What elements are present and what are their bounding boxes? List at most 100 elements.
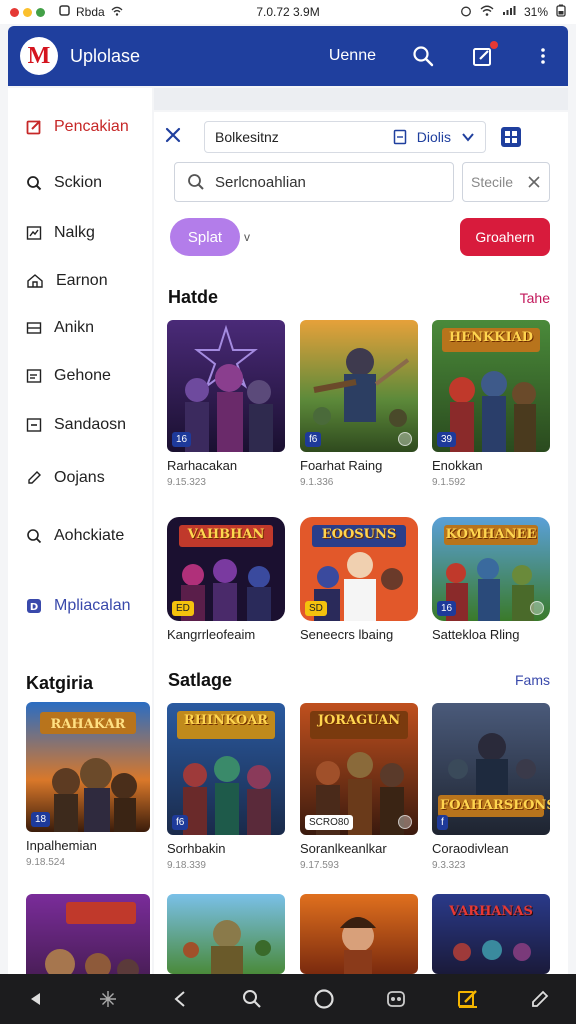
section-link[interactable]: Tahe xyxy=(520,290,550,306)
sidebar-item-gehone[interactable]: Gehone xyxy=(8,367,152,385)
sidebar-item-mpliacalan[interactable]: D Mpliacalan xyxy=(8,597,152,615)
game-banner: VAHBHAN xyxy=(187,527,265,542)
search-input[interactable]: Serlcnoahlian xyxy=(174,162,454,202)
game-badge: 16 xyxy=(437,601,457,616)
game-thumbnail[interactable]: JORAGUAN SCRO80 xyxy=(300,703,418,835)
search-icon[interactable] xyxy=(410,43,436,69)
game-meta: 9.3.323 xyxy=(432,860,466,871)
battery-icon xyxy=(556,4,566,20)
game-card[interactable]: EOOSUNS SD Seneecrs lbaing xyxy=(300,517,418,642)
game-thumbnail[interactable]: EOOSUNS SD xyxy=(300,517,418,621)
pencil-icon xyxy=(28,471,41,484)
yellow-dot xyxy=(23,7,32,17)
primary-action-button[interactable]: Groahern xyxy=(460,218,550,256)
more-vertical-icon[interactable] xyxy=(530,43,556,69)
sidebar-item-label: Sandaosn xyxy=(54,416,127,433)
status-bar: Rbda 7.0.72 3.9M 31% xyxy=(0,0,576,24)
edit-icon[interactable] xyxy=(470,41,498,69)
sidebar-item-aohckiate[interactable]: Aohckiate xyxy=(8,527,152,545)
game-badge: 39 xyxy=(437,432,457,447)
game-card[interactable] xyxy=(167,894,285,974)
game-banner: VARHANAS xyxy=(449,904,533,919)
app-logo[interactable]: M xyxy=(20,37,58,75)
game-card[interactable]: FOAHARSEONS f Coraodivlean 9.3.323 xyxy=(432,703,550,871)
gamepad-icon[interactable] xyxy=(382,985,410,1013)
info-button[interactable] xyxy=(398,432,412,446)
search-icon xyxy=(188,174,204,190)
game-thumbnail[interactable]: KOMHANEE 16 xyxy=(432,517,550,621)
appbar-link[interactable]: Uenne xyxy=(329,47,376,65)
search-icon xyxy=(27,176,42,191)
alarm-icon xyxy=(460,5,472,20)
game-thumbnail[interactable]: 16 xyxy=(167,320,285,452)
game-badge: SCRO80 xyxy=(305,815,354,830)
info-button[interactable] xyxy=(398,815,412,829)
game-thumbnail[interactable] xyxy=(167,894,285,974)
sidebar-item-label: Pencakian xyxy=(54,118,129,135)
game-card[interactable]: JORAGUAN SCRO80 Soranlkeanlkar 9.17.593 xyxy=(300,703,418,871)
game-thumbnail[interactable]: f6 xyxy=(300,320,418,452)
close-icon[interactable] xyxy=(164,126,182,149)
sidebar-item-nalkg[interactable]: Nalkg xyxy=(8,224,152,242)
status-left-label: Rbda xyxy=(76,5,105,19)
sparkle-icon[interactable] xyxy=(94,985,122,1013)
game-thumbnail[interactable]: RAHAKAR 18 xyxy=(26,702,150,832)
sidebar-item-oojans[interactable]: Oojans xyxy=(8,469,152,487)
game-art xyxy=(167,894,285,974)
chip-caret[interactable]: v xyxy=(244,230,250,244)
sidebar-item-label: Aohckiate xyxy=(54,527,125,544)
game-meta: 9.1.336 xyxy=(300,477,334,488)
svg-text:RAHAKAR: RAHAKAR xyxy=(51,717,126,732)
sidebar-item-sandaosn[interactable]: Sandaosn xyxy=(8,416,152,434)
top-strip xyxy=(154,88,568,110)
edit-note-icon[interactable] xyxy=(454,985,482,1013)
game-title: Seneecrs lbaing xyxy=(300,627,394,642)
sidebar-item-anikn[interactable]: Anikn xyxy=(8,319,152,337)
secondary-input[interactable]: Stecile xyxy=(462,162,550,202)
sidebar-item-pencakian[interactable]: Pencakian xyxy=(8,118,152,136)
list-icon xyxy=(26,322,42,334)
tab-selector[interactable]: Bolkesitnz Diolis xyxy=(204,121,486,153)
game-title: Rarhacakan xyxy=(167,458,238,473)
game-thumbnail[interactable]: VAHBHAN ED xyxy=(167,517,285,621)
game-title: Coraodivlean xyxy=(432,841,509,856)
notification-dot xyxy=(490,41,498,49)
game-meta: 9.1.592 xyxy=(432,477,466,488)
sidebar-item-sckion[interactable]: Sckion xyxy=(8,174,152,192)
game-card[interactable]: RHINKOAR f6 Sorhbakin 9.18.339 xyxy=(167,703,285,871)
search-placeholder: Serlcnoahlian xyxy=(215,173,306,191)
sidebar-item-earnon[interactable]: Earnon xyxy=(8,272,152,290)
sidebar-item-label: Gehone xyxy=(54,367,111,384)
game-card[interactable]: KOMHANEE 16 Sattekloa Rling xyxy=(432,517,550,642)
clear-icon[interactable] xyxy=(527,175,541,189)
pencil-icon[interactable] xyxy=(526,985,554,1013)
game-thumbnail[interactable]: HENKKIAD 39 xyxy=(432,320,550,452)
chart-icon xyxy=(26,226,42,240)
game-thumbnail[interactable]: VARHANAS xyxy=(432,894,550,974)
filter-chip[interactable]: Splat xyxy=(170,218,240,256)
grid-view-icon[interactable] xyxy=(498,124,524,150)
app-bar: M Uplolase Uenne xyxy=(8,26,568,86)
game-card[interactable]: HENKKIAD 39 Enokkan 9.1.592 xyxy=(432,320,550,488)
game-card[interactable]: VAHBHAN ED Kangrrleofeaim xyxy=(167,517,285,642)
game-title: Soranlkeanlkar xyxy=(300,841,387,856)
game-badge: ED xyxy=(172,601,194,616)
game-card[interactable] xyxy=(300,894,418,974)
section-title: Satlage xyxy=(168,670,233,690)
circle-home-icon[interactable] xyxy=(310,985,338,1013)
info-button[interactable] xyxy=(530,601,544,615)
game-thumbnail[interactable] xyxy=(300,894,418,974)
game-card[interactable]: f6 Foarhat Raing 9.1.336 xyxy=(300,320,418,488)
game-card[interactable]: 16 Rarhacakan 9.15.323 xyxy=(167,320,285,488)
back-arrow-icon[interactable] xyxy=(22,985,50,1013)
game-banner: RHINKOAR xyxy=(183,713,269,728)
section-link[interactable]: Fams xyxy=(515,672,550,688)
game-thumbnail[interactable]: FOAHARSEONS f xyxy=(432,703,550,835)
tab-right-label: Diolis xyxy=(416,129,451,145)
chevron-down-icon xyxy=(462,133,474,142)
search-icon[interactable] xyxy=(238,985,266,1013)
sidebar-game-card[interactable]: RAHAKAR 18 Inpalhemian 9.18.524 xyxy=(26,702,150,868)
game-card[interactable]: VARHANAS xyxy=(432,894,550,974)
game-thumbnail[interactable]: RHINKOAR f6 xyxy=(167,703,285,835)
chevron-left-icon[interactable] xyxy=(166,985,194,1013)
